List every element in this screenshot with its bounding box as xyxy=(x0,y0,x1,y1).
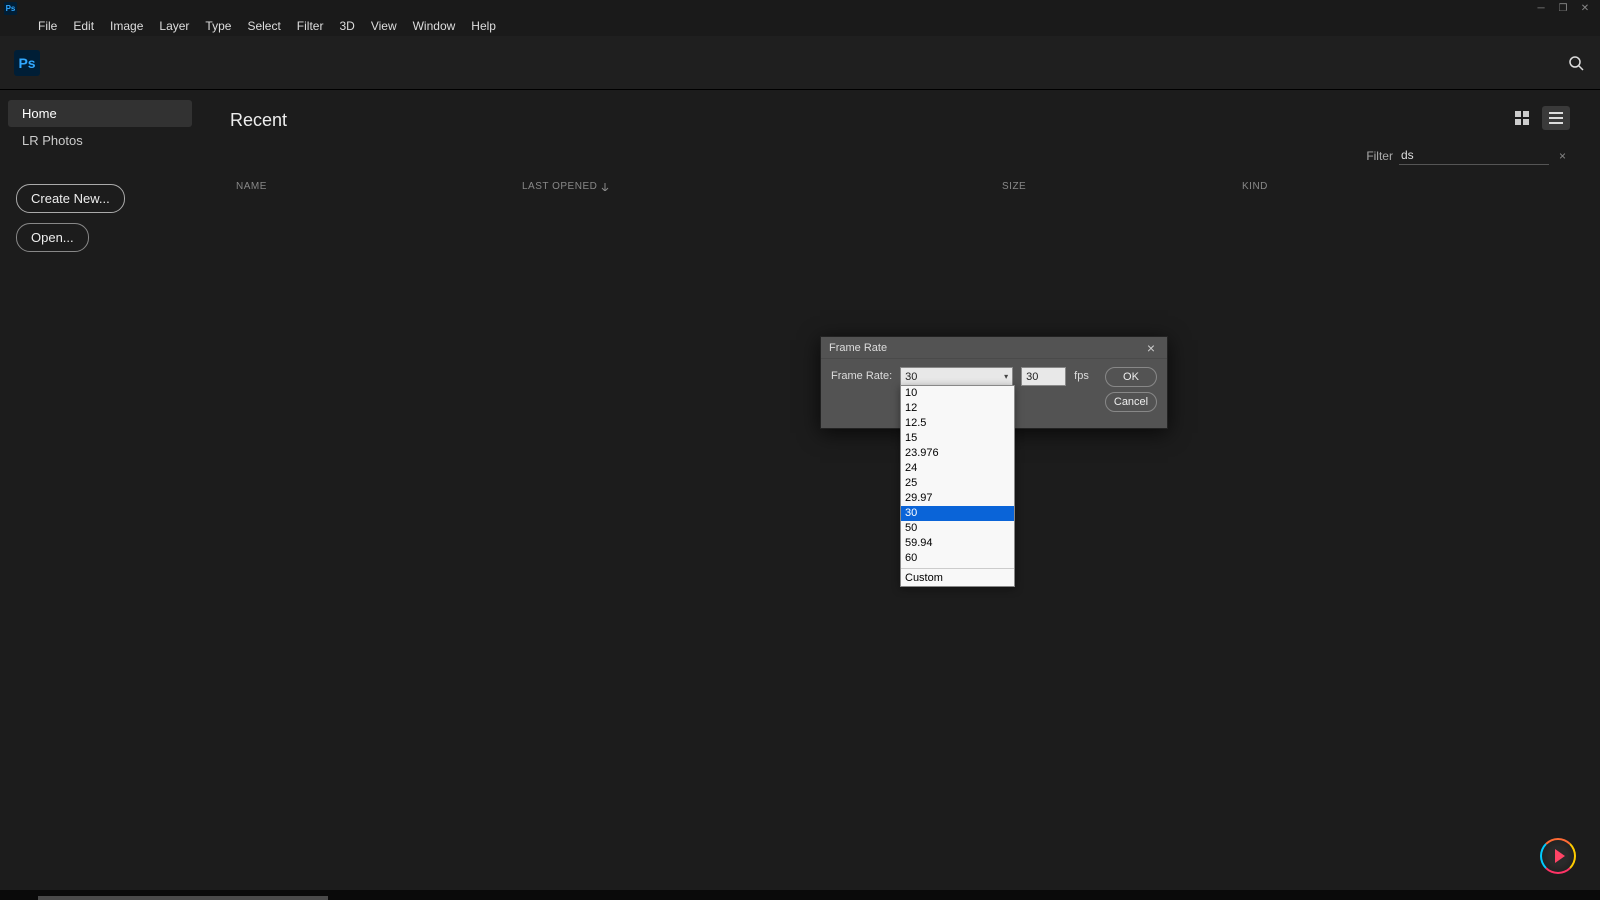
dialog-title: Frame Rate xyxy=(829,342,1143,354)
menu-select[interactable]: Select xyxy=(239,17,288,36)
menu-image[interactable]: Image xyxy=(102,17,151,36)
dropdown-option-60[interactable]: 60 xyxy=(901,551,1014,566)
menu-view[interactable]: View xyxy=(363,17,405,36)
sidebar-item-lr-photos[interactable]: LR Photos xyxy=(8,127,192,154)
ok-button[interactable]: OK xyxy=(1105,367,1157,387)
recent-table-header: NAME LAST OPENED SIZE KIND xyxy=(230,181,1570,192)
search-icon xyxy=(1568,55,1584,71)
taskbar-highlight xyxy=(38,896,328,900)
menu-layer[interactable]: Layer xyxy=(151,17,197,36)
fps-label: fps xyxy=(1074,370,1089,382)
recent-heading: Recent xyxy=(230,110,1570,131)
frame-rate-label: Frame Rate: xyxy=(831,370,892,382)
dropdown-option-12-5[interactable]: 12.5 xyxy=(901,416,1014,431)
dropdown-option-custom[interactable]: Custom xyxy=(901,571,1014,586)
dropdown-option-15[interactable]: 15 xyxy=(901,431,1014,446)
dialog-close-button[interactable]: × xyxy=(1143,340,1159,356)
open-button[interactable]: Open... xyxy=(16,223,89,252)
col-size[interactable]: SIZE xyxy=(1002,181,1242,192)
sort-down-icon xyxy=(601,183,609,191)
chevron-down-icon: ▾ xyxy=(1004,372,1008,381)
app-small-icon: Ps xyxy=(4,2,17,15)
menu-3d[interactable]: 3D xyxy=(331,17,362,36)
col-kind[interactable]: KIND xyxy=(1242,181,1564,192)
menu-filter[interactable]: Filter xyxy=(289,17,332,36)
grid-icon xyxy=(1515,111,1529,125)
window-minimize-button[interactable]: ─ xyxy=(1530,1,1552,16)
dropdown-option-30[interactable]: 30 xyxy=(901,506,1014,521)
dropdown-separator xyxy=(901,568,1014,569)
cancel-button[interactable]: Cancel xyxy=(1105,392,1157,412)
filter-clear-button[interactable]: × xyxy=(1555,149,1570,163)
grid-view-button[interactable] xyxy=(1508,106,1536,130)
list-view-button[interactable] xyxy=(1542,106,1570,130)
list-icon xyxy=(1549,111,1563,125)
menu-bar: File Edit Image Layer Type Select Filter… xyxy=(0,17,1600,36)
col-last-opened[interactable]: LAST OPENED xyxy=(522,181,1002,192)
taskbar xyxy=(0,890,1600,900)
dropdown-option-50[interactable]: 50 xyxy=(901,521,1014,536)
filter-input[interactable] xyxy=(1399,146,1549,165)
window-close-button[interactable]: ✕ xyxy=(1574,1,1596,16)
app-header: Ps xyxy=(0,36,1600,90)
dropdown-option-25[interactable]: 25 xyxy=(901,476,1014,491)
dialog-titlebar[interactable]: Frame Rate × xyxy=(821,337,1167,359)
dropdown-option-10[interactable]: 10 xyxy=(901,386,1014,401)
col-name[interactable]: NAME xyxy=(236,181,522,192)
frame-rate-combo-value: 30 xyxy=(905,371,917,383)
menu-file[interactable]: File xyxy=(30,17,65,36)
filter-row: Filter × xyxy=(1366,146,1570,165)
ps-logo-icon: Ps xyxy=(14,50,40,76)
menu-edit[interactable]: Edit xyxy=(65,17,102,36)
create-new-button[interactable]: Create New... xyxy=(16,184,125,213)
dropdown-option-23-976[interactable]: 23.976 xyxy=(901,446,1014,461)
dropdown-option-59-94[interactable]: 59.94 xyxy=(901,536,1014,551)
menu-type[interactable]: Type xyxy=(197,17,239,36)
frame-rate-input[interactable] xyxy=(1021,367,1066,386)
dropdown-option-29-97[interactable]: 29.97 xyxy=(901,491,1014,506)
sidebar-item-home[interactable]: Home xyxy=(8,100,192,127)
play-badge-icon[interactable] xyxy=(1540,838,1576,874)
frame-rate-combo[interactable]: 30 ▾ xyxy=(900,367,1013,386)
window-titlebar: Ps ─ ❐ ✕ xyxy=(0,0,1600,17)
menu-help[interactable]: Help xyxy=(463,17,504,36)
menu-window[interactable]: Window xyxy=(405,17,464,36)
col-last-opened-label: LAST OPENED xyxy=(522,181,597,192)
window-restore-button[interactable]: ❐ xyxy=(1552,1,1574,16)
search-button[interactable] xyxy=(1566,53,1586,73)
sidebar: Home LR Photos Create New... Open... xyxy=(0,90,200,890)
dropdown-option-24[interactable]: 24 xyxy=(901,461,1014,476)
content-area: Recent Filter × NAME LAST OPENED SIZE KI… xyxy=(200,90,1600,890)
filter-label: Filter xyxy=(1366,149,1393,163)
dropdown-option-12[interactable]: 12 xyxy=(901,401,1014,416)
main-area: Home LR Photos Create New... Open... Rec… xyxy=(0,90,1600,890)
frame-rate-dropdown: 10 12 12.5 15 23.976 24 25 29.97 30 50 5… xyxy=(900,385,1015,587)
